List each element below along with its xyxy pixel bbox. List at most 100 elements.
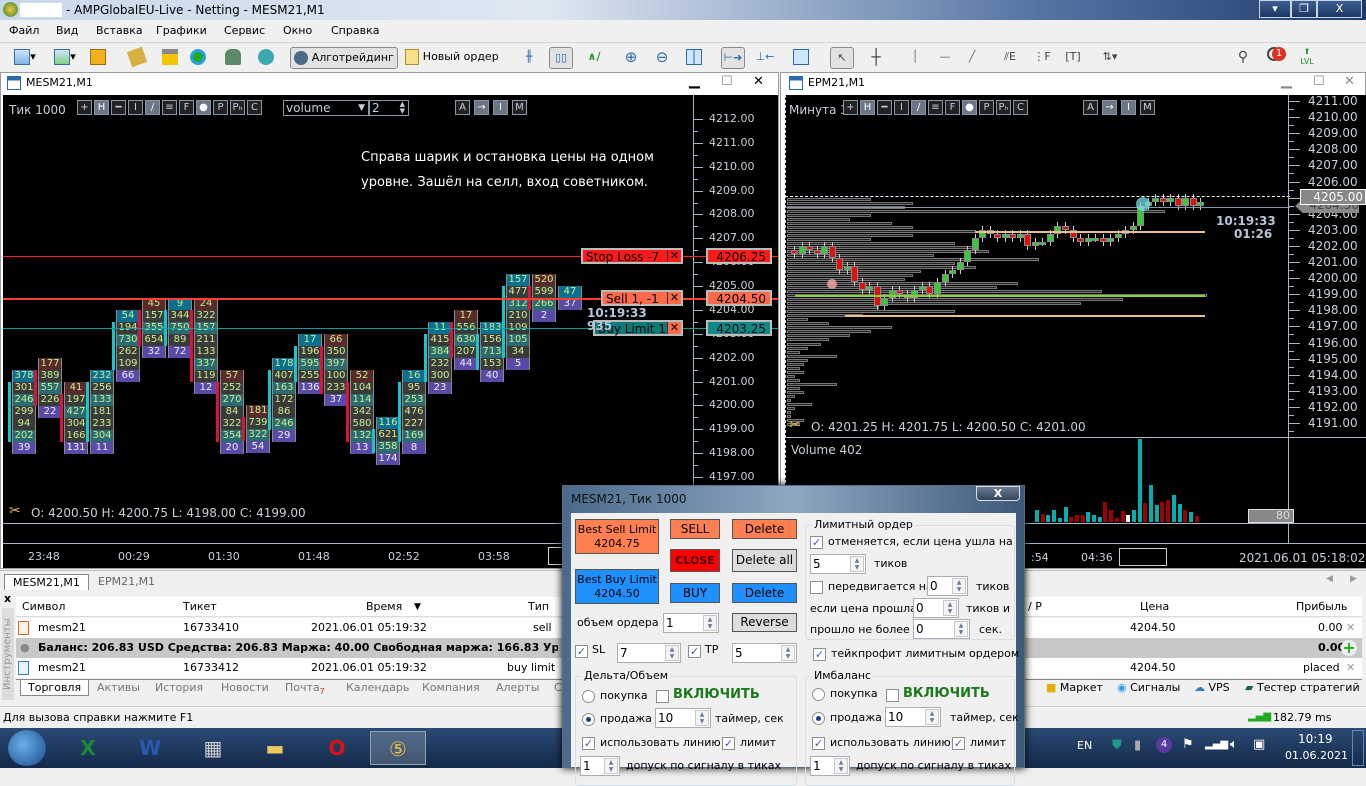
imbalance-sell-radio[interactable]	[812, 712, 825, 725]
tab-epm21[interactable]: EPM21,M1	[90, 574, 163, 591]
delta-limit-checkbox[interactable]: ✓	[722, 737, 735, 750]
tab-news[interactable]: Новости	[221, 681, 269, 694]
minimize-chart-button[interactable]: ▁	[689, 73, 700, 89]
chart-tool-button[interactable]: ●	[962, 100, 977, 115]
chart-tool-button[interactable]: H	[94, 100, 109, 115]
show-desktop-button[interactable]	[1352, 730, 1364, 766]
start-button[interactable]	[8, 730, 46, 766]
delta-use-line-checkbox[interactable]: ✓	[582, 737, 595, 750]
remove-stop-loss-icon[interactable]: ✕	[667, 250, 681, 263]
delta-buy-radio[interactable]	[582, 690, 595, 703]
chart-tool-button[interactable]: I	[1121, 100, 1136, 115]
sell-button[interactable]: SELL	[670, 519, 720, 539]
imbalance-buy-radio[interactable]	[812, 688, 825, 701]
menu-file[interactable]: Файл	[9, 24, 39, 37]
new-chart-icon[interactable]: ▾	[10, 47, 40, 69]
zoom-in-icon[interactable]: ⊕	[620, 47, 642, 69]
vertical-line-icon[interactable]: │	[905, 47, 925, 69]
metatrader-taskbar-icon[interactable]: ⑤	[370, 731, 426, 765]
tab-calendar[interactable]: Календарь	[346, 681, 409, 694]
maximize-chart-button[interactable]: ☐	[721, 74, 733, 89]
tab-trade[interactable]: Торговля	[20, 680, 90, 696]
col-time[interactable]: Время	[366, 597, 402, 617]
best-buy-limit-button[interactable]: Best Buy Limit 4204.50	[575, 569, 659, 604]
buy-button[interactable]: BUY	[670, 583, 720, 603]
sl-input[interactable]: 7 ▲ ▼	[617, 643, 681, 663]
reverse-button[interactable]: Reverse	[732, 613, 797, 632]
vps-link[interactable]: ☁ VPS	[1194, 681, 1230, 694]
chart-tool-button[interactable]: C	[247, 100, 262, 115]
tp-limit-order-checkbox[interactable]: ✓	[813, 648, 826, 661]
vps-icon[interactable]	[223, 47, 243, 69]
tab-mesm21[interactable]: MESM21,M1	[4, 574, 89, 591]
seconds-input[interactable]: 0 ▲ ▼	[913, 619, 970, 639]
cursor-icon[interactable]: ↖	[830, 47, 854, 69]
delete-buy-orders-button[interactable]: Delete	[732, 583, 797, 603]
chart-tool-button[interactable]: ≡	[162, 100, 177, 115]
tile-windows-icon[interactable]	[683, 47, 705, 69]
maximize-chart-button[interactable]: ☐	[1313, 74, 1325, 89]
close-window-button[interactable]: X	[1317, 0, 1362, 18]
menu-insert[interactable]: Вставка	[96, 24, 143, 37]
chart-tool-button[interactable]: →	[1102, 100, 1117, 115]
opera-icon[interactable]: O	[314, 731, 360, 765]
crosshair-icon[interactable]: ┼	[864, 47, 888, 69]
word-icon[interactable]: W	[127, 731, 173, 765]
indicator-count-stepper[interactable]: 2 ▲ ▼	[369, 100, 409, 116]
market-watch-icon[interactable]	[88, 47, 108, 69]
delta-enable-checkbox[interactable]	[656, 690, 669, 703]
menu-view[interactable]: Вид	[56, 24, 78, 37]
spin-icon[interactable]: ▲ ▼	[604, 758, 618, 774]
cancel-buy-limit-icon[interactable]: ✕	[667, 321, 681, 334]
signals-icon[interactable]	[188, 47, 208, 69]
spin-icon[interactable]: ▲ ▼	[695, 710, 709, 726]
action-center-icon[interactable]: ⚑	[1182, 737, 1194, 752]
horizontal-line-icon[interactable]: —	[935, 47, 955, 69]
security-icon[interactable]: ⛊	[1112, 738, 1122, 753]
signals-link[interactable]: ◉ Сигналы	[1117, 681, 1180, 694]
chart-tool-button[interactable]: F	[945, 100, 960, 115]
chart-tool-button[interactable]: P	[979, 100, 994, 115]
col-ticket[interactable]: Тикет	[183, 597, 217, 617]
chart-tool-button[interactable]: M	[512, 100, 527, 115]
chart-tool-button[interactable]: Pₕ	[996, 100, 1011, 115]
imbalance-enable-checkbox[interactable]	[886, 689, 899, 702]
language-indicator[interactable]: EN	[1077, 739, 1092, 752]
close-chart-button[interactable]: ✕	[753, 74, 764, 89]
indicator-dropdown[interactable]: volume ▼	[283, 100, 369, 116]
text-icon[interactable]: [T]	[1062, 47, 1084, 69]
delta-tolerance-input[interactable]: 1 ▲ ▼	[580, 756, 620, 776]
algotrading-button[interactable]: Алготрейдинг	[290, 47, 398, 69]
chart-tool-button[interactable]: /	[145, 100, 160, 115]
imbalance-use-line-checkbox[interactable]: ✓	[812, 737, 825, 750]
notifications-icon[interactable]: 1	[1262, 47, 1286, 69]
power-icon[interactable]: ▣	[1253, 737, 1265, 752]
tab-more[interactable]: С	[554, 681, 562, 694]
dialog-close-button[interactable]: X	[976, 486, 1020, 501]
chart-tool-button[interactable]: I	[894, 100, 909, 115]
spin-icon[interactable]: ▲ ▼	[925, 709, 939, 725]
trail-ticks-input[interactable]: 0 ▲ ▼	[927, 576, 968, 596]
chart-shift-icon[interactable]: ⊥←	[753, 47, 777, 69]
calculator-icon[interactable]: ▦	[190, 731, 236, 765]
spin-icon[interactable]: ▲ ▼	[943, 600, 957, 616]
autoscroll-icon[interactable]: ⊢➜	[721, 47, 745, 69]
col-symbol[interactable]: Символ	[22, 597, 65, 617]
sell-position-label[interactable]: Sell 1, -1 ✕	[601, 290, 683, 307]
scroll-right-icon[interactable]: ▶	[1350, 574, 1357, 584]
chart-tool-button[interactable]: A	[1083, 100, 1098, 115]
order-volume-input[interactable]: 1 ▲ ▼	[663, 613, 719, 633]
delete-sell-orders-button[interactable]: Delete	[732, 519, 797, 539]
imbalance-tolerance-input[interactable]: 1 ▲ ▼	[810, 756, 850, 776]
tab-history[interactable]: История	[155, 681, 203, 694]
chart-tool-button[interactable]: A	[455, 100, 470, 115]
community-icon[interactable]	[256, 47, 276, 69]
fibonacci-icon[interactable]: ⋮F	[1030, 47, 1054, 69]
chart-tool-button[interactable]: +	[77, 100, 92, 115]
spin-icon[interactable]: ▲ ▼	[850, 556, 864, 572]
bar-chart-icon[interactable]: ╫	[517, 47, 541, 69]
strategy-tester-link[interactable]: ▰ Тестер стратегий	[1245, 681, 1360, 694]
market-link[interactable]: ■ Маркет	[1046, 681, 1103, 694]
spin-icon[interactable]: ▲ ▼	[834, 758, 848, 774]
chart-tool-button[interactable]: ━	[111, 100, 126, 115]
